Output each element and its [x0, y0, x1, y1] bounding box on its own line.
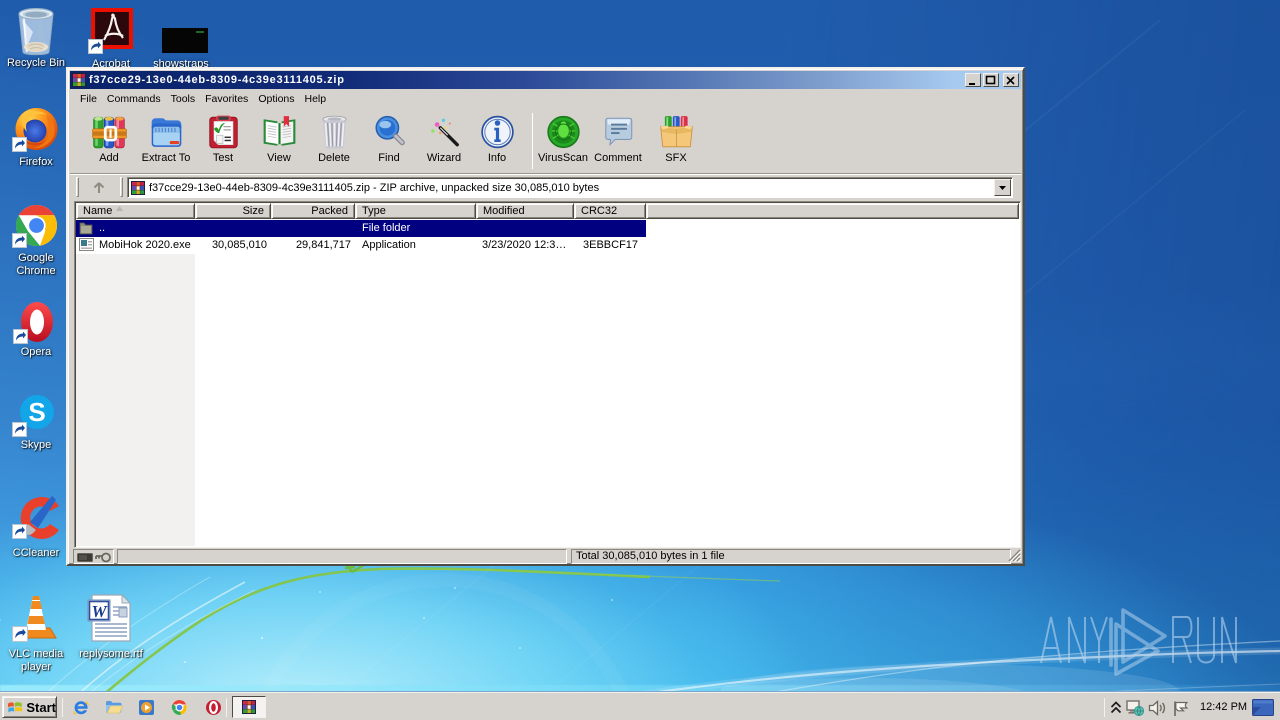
svg-text:W: W: [91, 602, 108, 621]
svg-text:S: S: [28, 397, 45, 427]
